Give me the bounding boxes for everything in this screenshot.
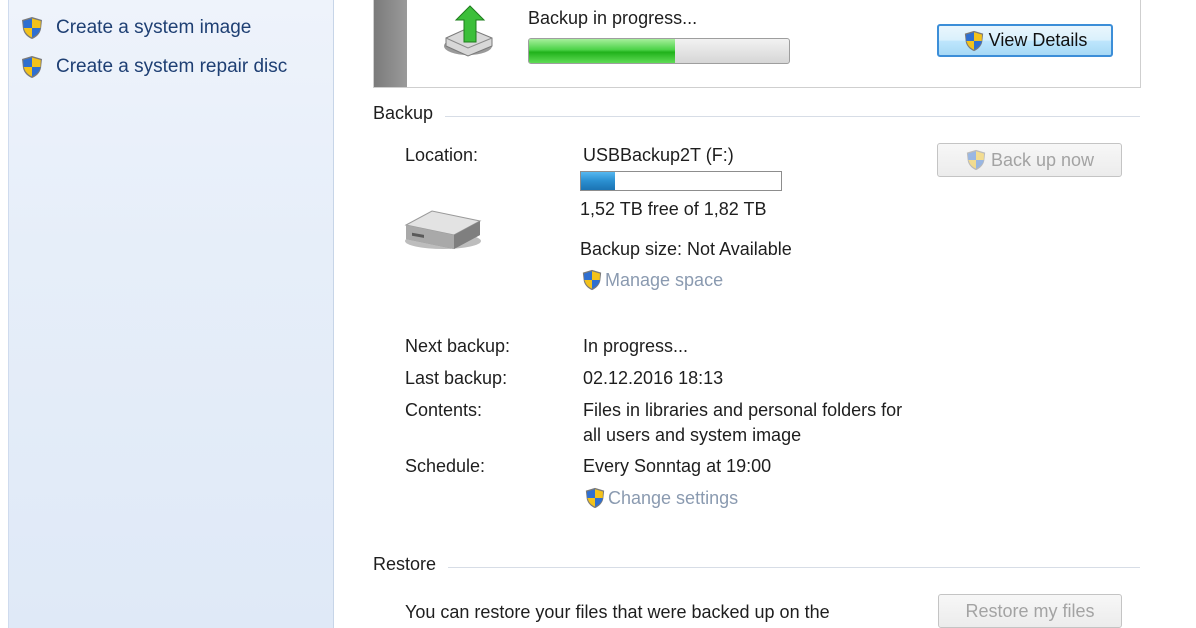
change-settings-link[interactable]: Change settings — [584, 487, 738, 509]
last-backup-value: 02.12.2016 18:13 — [583, 368, 724, 388]
uac-shield-icon — [963, 30, 985, 52]
manage-space-link[interactable]: Manage space — [581, 269, 723, 291]
location-label: Location: — [405, 145, 479, 165]
task-pane: Create a system image Create a system re… — [0, 0, 334, 628]
next-backup-label: Next backup: — [405, 336, 511, 356]
contents-value-line2: all users and system image — [583, 425, 802, 445]
last-backup-label: Last backup: — [405, 368, 508, 388]
backup-section-header: Backup — [373, 103, 434, 123]
view-details-label: View Details — [988, 30, 1088, 50]
restore-section-header: Restore — [373, 554, 437, 574]
backup-arrow-icon — [444, 5, 493, 57]
uac-shield-icon — [20, 55, 44, 79]
back-up-now-label: Back up now — [990, 149, 1095, 170]
window-edge — [0, 0, 9, 628]
restore-my-files-button[interactable]: Restore my files — [938, 594, 1122, 628]
progress-status-text: Backup in progress... — [528, 8, 698, 28]
view-details-button[interactable]: View Details — [937, 24, 1113, 57]
restore-description: You can restore your files that were bac… — [405, 602, 830, 622]
back-up-now-button[interactable]: Back up now — [937, 143, 1122, 177]
location-value: USBBackup2T (F:) — [583, 145, 734, 165]
restore-my-files-label: Restore my files — [965, 600, 1095, 621]
change-settings-label: Change settings — [608, 487, 739, 508]
schedule-label: Schedule: — [405, 456, 486, 476]
backup-section-divider — [445, 116, 1140, 117]
backup-progress-bar — [528, 38, 790, 64]
manage-space-label: Manage space — [605, 269, 724, 290]
uac-shield-icon — [581, 269, 603, 291]
restore-section-divider — [448, 567, 1140, 568]
create-system-image-link[interactable]: Create a system image — [20, 15, 251, 41]
schedule-value: Every Sonntag at 19:00 — [583, 456, 772, 476]
disk-usage-bar — [580, 171, 782, 191]
backup-size-text: Backup size: Not Available — [580, 239, 792, 259]
create-system-repair-disc-label: Create a system repair disc — [56, 56, 288, 77]
contents-label: Contents: — [405, 400, 483, 420]
uac-shield-icon — [965, 149, 987, 171]
progress-panel-accent — [374, 0, 407, 87]
disk-usage-fill — [581, 172, 615, 190]
free-space-text: 1,52 TB free of 1,82 TB — [580, 199, 767, 219]
uac-shield-icon — [584, 487, 606, 509]
create-system-repair-disc-link[interactable]: Create a system repair disc — [20, 54, 287, 80]
hard-drive-icon — [404, 210, 482, 249]
uac-shield-icon — [20, 16, 44, 40]
next-backup-value: In progress... — [583, 336, 689, 356]
contents-value-line1: Files in libraries and personal folders … — [583, 400, 903, 420]
backup-progress-fill — [529, 39, 675, 63]
create-system-image-label: Create a system image — [56, 17, 252, 38]
